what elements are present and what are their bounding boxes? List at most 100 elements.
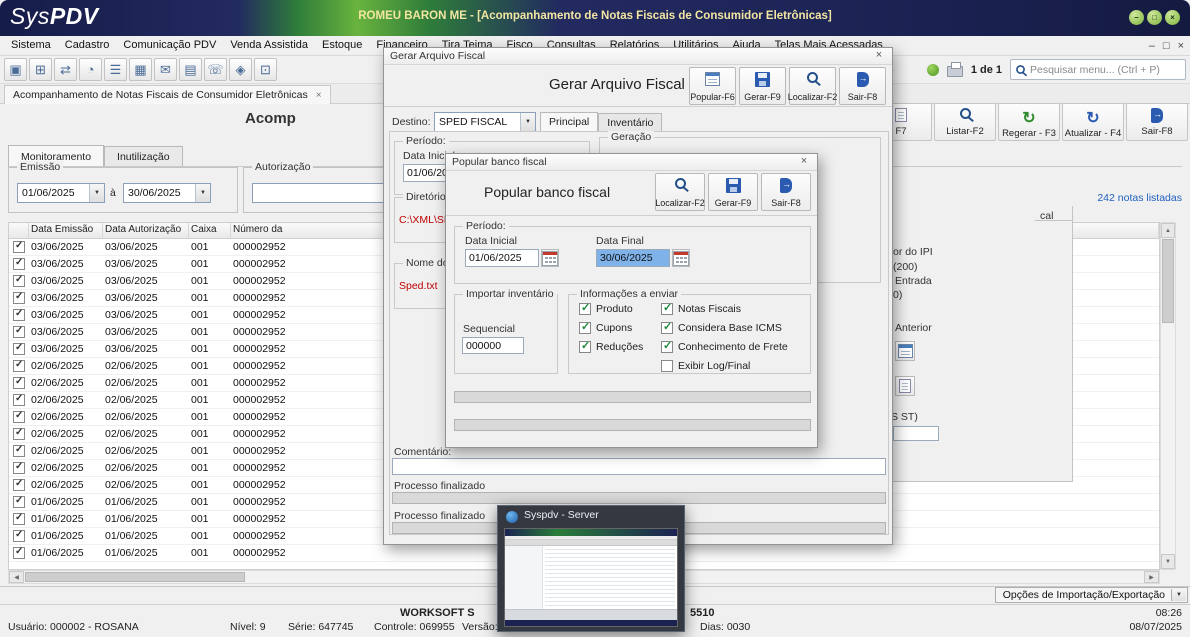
dialog-button[interactable]: Gerar-F9 — [739, 67, 786, 105]
data-inicial-field[interactable]: 01/06/2025 — [465, 249, 539, 267]
action-button[interactable]: Regerar - F3 — [998, 103, 1060, 141]
row-checkbox[interactable] — [13, 462, 25, 474]
chevron-down-icon[interactable] — [89, 184, 104, 202]
dialog-titlebar[interactable]: Gerar Arquivo Fiscal × — [384, 48, 892, 65]
panel-button[interactable] — [895, 376, 915, 396]
restore-button[interactable]: □ — [1147, 10, 1162, 25]
menu-item[interactable]: Venda Assistida — [223, 36, 315, 55]
checkbox-icon[interactable] — [661, 360, 673, 372]
checkbox-icon[interactable] — [579, 303, 591, 315]
mdi-minimize-button[interactable]: – — [1149, 37, 1155, 55]
menu-item[interactable]: Estoque — [315, 36, 369, 55]
tab-principal[interactable]: Principal — [540, 112, 598, 131]
emissao-date-to-combo[interactable]: 30/06/2025 — [123, 183, 211, 203]
dialog-button[interactable]: Gerar-F9 — [708, 173, 758, 211]
menu-item[interactable]: Cadastro — [58, 36, 117, 55]
destino-select[interactable]: SPED FISCAL — [434, 112, 536, 132]
checkbox-row[interactable]: Conhecimento de Frete — [661, 341, 788, 353]
dialog-button[interactable]: Sair-F8 — [761, 173, 811, 211]
export-options-button[interactable]: Opções de Importação/Exportação — [995, 587, 1188, 603]
close-icon[interactable]: × — [872, 49, 886, 61]
checkbox-icon[interactable] — [661, 322, 673, 334]
mdi-close-button[interactable]: × — [1178, 37, 1184, 55]
action-button[interactable]: Atualizar - F4 — [1062, 103, 1124, 141]
checkbox-row[interactable]: Reduções — [579, 341, 643, 353]
scroll-down-icon[interactable]: ▼ — [1161, 554, 1175, 569]
close-icon[interactable]: × — [797, 155, 811, 167]
toolbar-button[interactable]: ✉ — [154, 58, 177, 81]
row-checkbox[interactable] — [13, 292, 25, 304]
tab-close-icon[interactable]: × — [316, 90, 322, 101]
scroll-left-icon[interactable]: ◀ — [9, 571, 24, 583]
calendar-button[interactable] — [541, 249, 559, 267]
toolbar-button[interactable]: ▣ — [4, 58, 27, 81]
toolbar-button[interactable]: ⊡ — [254, 58, 277, 81]
toolbar-button[interactable]: ▦ — [129, 58, 152, 81]
tab-acompanhamento[interactable]: Acompanhamento de Notas Fiscais de Consu… — [4, 85, 331, 104]
row-checkbox[interactable] — [13, 547, 25, 559]
row-checkbox[interactable] — [13, 496, 25, 508]
data-final-field[interactable]: 30/06/2025 — [596, 249, 670, 267]
sequencial-input[interactable] — [462, 337, 524, 354]
row-checkbox[interactable] — [13, 479, 25, 491]
close-button[interactable]: × — [1165, 10, 1180, 25]
action-button[interactable]: Sair-F8 — [1126, 103, 1188, 141]
toolbar-button[interactable]: ▤ — [179, 58, 202, 81]
menu-item[interactable]: Comunicação PDV — [116, 36, 223, 55]
row-checkbox[interactable] — [13, 326, 25, 338]
checkbox-row[interactable]: Produto — [579, 303, 633, 315]
printer-icon[interactable] — [947, 66, 963, 77]
checkbox-icon[interactable] — [579, 341, 591, 353]
scroll-right-icon[interactable]: ▶ — [1144, 571, 1159, 583]
chevron-down-icon[interactable] — [1171, 589, 1186, 601]
row-checkbox[interactable] — [13, 394, 25, 406]
col-header-data-emissao[interactable]: Data Emissão — [29, 223, 103, 238]
dialog-button[interactable]: Popular-F6 — [689, 67, 736, 105]
calendar-button[interactable] — [672, 249, 690, 267]
dialog-button[interactable]: Localizar-F2 — [655, 173, 705, 211]
comentario-input[interactable] — [392, 458, 886, 475]
row-checkbox[interactable] — [13, 258, 25, 270]
row-checkbox[interactable] — [13, 530, 25, 542]
dialog-titlebar[interactable]: Popular banco fiscal × — [446, 154, 817, 171]
scrollbar-thumb[interactable] — [25, 572, 245, 582]
row-checkbox[interactable] — [13, 445, 25, 457]
row-checkbox[interactable] — [13, 377, 25, 389]
col-header-caixa[interactable]: Caixa — [189, 223, 231, 238]
checkbox-row[interactable]: Cupons — [579, 322, 632, 334]
scroll-up-icon[interactable]: ▲ — [1161, 223, 1175, 238]
action-button[interactable]: Listar-F2 — [934, 103, 996, 141]
row-checkbox[interactable] — [13, 513, 25, 525]
checkbox-icon[interactable] — [579, 322, 591, 334]
chevron-down-icon[interactable] — [195, 184, 210, 202]
emissao-date-from-combo[interactable]: 01/06/2025 — [17, 183, 105, 203]
chevron-down-icon[interactable] — [520, 113, 535, 131]
row-checkbox[interactable] — [13, 428, 25, 440]
checkbox-icon[interactable] — [661, 341, 673, 353]
checkbox-row[interactable]: Notas Fiscais — [661, 303, 741, 315]
checkbox-row[interactable]: Considera Base ICMS — [661, 322, 782, 334]
tab-inventario[interactable]: Inventário — [598, 113, 662, 131]
vertical-scrollbar[interactable]: ▲ ▼ — [1160, 222, 1176, 570]
tab-inutilizacao[interactable]: Inutilização — [104, 146, 183, 167]
mdi-restore-button[interactable]: □ — [1163, 37, 1170, 55]
taskbar-preview[interactable]: Syspdv - Server — [497, 505, 685, 632]
panel-button[interactable] — [895, 341, 915, 361]
col-header-check[interactable] — [9, 223, 29, 238]
toolbar-button[interactable]: ☰ — [104, 58, 127, 81]
menu-item[interactable]: Sistema — [4, 36, 58, 55]
toolbar-button[interactable]: ☏ — [204, 58, 227, 81]
dialog-button[interactable]: Sair-F8 — [839, 67, 886, 105]
scrollbar-thumb[interactable] — [1162, 239, 1174, 323]
row-checkbox[interactable] — [13, 241, 25, 253]
col-header-data-autorizacao[interactable]: Data Autorização — [103, 223, 189, 238]
dialog-button[interactable]: Localizar-F2 — [789, 67, 836, 105]
row-checkbox[interactable] — [13, 275, 25, 287]
toolbar-button[interactable]: ◔ — [79, 58, 102, 81]
panel-input[interactable] — [893, 426, 939, 441]
row-checkbox[interactable] — [13, 309, 25, 321]
menu-search-input[interactable] — [1030, 64, 1181, 76]
checkbox-row[interactable]: Exibir Log/Final — [661, 360, 750, 372]
toolbar-button[interactable]: ⇄ — [54, 58, 77, 81]
row-checkbox[interactable] — [13, 343, 25, 355]
